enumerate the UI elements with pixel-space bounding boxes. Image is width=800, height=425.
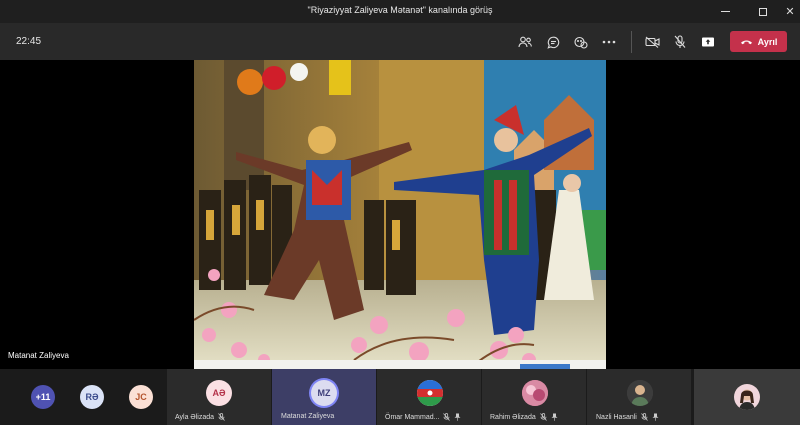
participants-icon: [518, 36, 532, 48]
close-icon: ✕: [785, 6, 795, 18]
participant-tile[interactable]: AƏ Ayla Əlizada: [167, 369, 271, 425]
presenter-name-label: Matanat Zaliyeva: [8, 351, 69, 360]
self-avatar: [734, 384, 760, 410]
reactions-button[interactable]: [571, 32, 591, 52]
participant-name-text: Matanat Zaliyeva: [281, 413, 335, 420]
camera-off-icon: [644, 36, 660, 48]
self-view-tile[interactable]: [694, 369, 800, 425]
participant-name: Matanat Zaliyeva: [281, 413, 334, 420]
toolbar-divider: [631, 31, 632, 53]
participant-name-text: Nazli Hasanli: [596, 413, 637, 421]
leave-button[interactable]: Ayrıl: [730, 31, 787, 52]
phone-hangup-icon: [740, 40, 752, 44]
flag-avatar-image: [417, 380, 443, 406]
shared-video: [194, 60, 606, 369]
participant-avatar[interactable]: JC: [129, 385, 153, 409]
share-screen-button[interactable]: [698, 32, 718, 52]
reactions-icon: [574, 36, 588, 49]
meeting-stage: Matanat Zaliyeva: [0, 60, 800, 369]
participant-name: Nazli Hasanli: [596, 413, 659, 421]
minimize-icon: [720, 11, 730, 12]
participant-photo: [417, 380, 443, 406]
chat-button[interactable]: [543, 32, 563, 52]
share-icon: [702, 37, 714, 47]
meeting-toolbar: 22:45 Ayrıl: [0, 23, 800, 60]
participant-name: Ayla Əlizada: [175, 413, 225, 421]
self-avatar-image: [734, 384, 760, 410]
participant-tile-active[interactable]: MZ Matanat Zaliyeva: [272, 369, 376, 425]
participant-name-text: Rahim Əlizada: [490, 413, 536, 421]
participant-tile[interactable]: Ömar Mammad...: [377, 369, 481, 425]
participant-tile[interactable]: Rahim Əlizada: [482, 369, 586, 425]
close-button[interactable]: ✕: [775, 0, 800, 23]
flower-avatar-image: [522, 380, 548, 406]
participant-photo: [627, 380, 653, 406]
participant-photo: [522, 380, 548, 406]
meeting-time: 22:45: [16, 36, 42, 47]
participant-name: Ömar Mammad...: [385, 413, 461, 421]
mic-off-icon: [443, 413, 451, 421]
window-titlebar: "Riyaziyyat Zaliyeva Mətanət" kanalında …: [0, 0, 800, 23]
participant-name: Rahim Əlizada: [490, 413, 558, 421]
person-avatar-image: [627, 380, 653, 406]
participant-initials: RƏ: [85, 392, 99, 402]
mic-toggle-button[interactable]: [670, 32, 690, 52]
participant-name-text: Ömar Mammad...: [385, 413, 440, 421]
mic-off-icon: [218, 413, 225, 421]
participant-initials: AƏ: [212, 388, 226, 398]
more-button[interactable]: [599, 32, 619, 52]
chat-icon: [546, 36, 559, 49]
pin-icon: [652, 413, 659, 421]
participant-initials: JC: [135, 392, 147, 402]
more-icon: [602, 40, 616, 44]
more-participants-count: +11: [35, 392, 51, 402]
participant-avatar: AƏ: [206, 380, 232, 406]
maximize-icon: [759, 7, 767, 16]
more-participants-button[interactable]: +11: [31, 385, 55, 409]
mic-off-icon: [674, 35, 686, 48]
mic-off-icon: [539, 413, 547, 421]
shared-video-image: [194, 60, 606, 369]
camera-toggle-button[interactable]: [642, 32, 662, 52]
participant-avatar[interactable]: RƏ: [80, 385, 104, 409]
participant-strip: +11 RƏ JC AƏ Ayla Əlizada MZ Matanat Zal…: [0, 369, 800, 425]
mic-off-icon: [641, 413, 648, 421]
maximize-button[interactable]: [748, 0, 778, 23]
leave-label: Ayrıl: [757, 36, 778, 47]
pin-icon: [551, 413, 558, 421]
participants-button[interactable]: [515, 32, 535, 52]
participant-avatar: MZ: [311, 380, 337, 406]
participant-initials: MZ: [317, 388, 331, 398]
participant-tile[interactable]: Nazli Hasanli: [587, 369, 691, 425]
window-title: "Riyaziyyat Zaliyeva Mətanət" kanalında …: [307, 5, 493, 15]
minimize-button[interactable]: [710, 0, 740, 23]
pin-icon: [454, 413, 461, 421]
participant-name-text: Ayla Əlizada: [175, 413, 214, 421]
